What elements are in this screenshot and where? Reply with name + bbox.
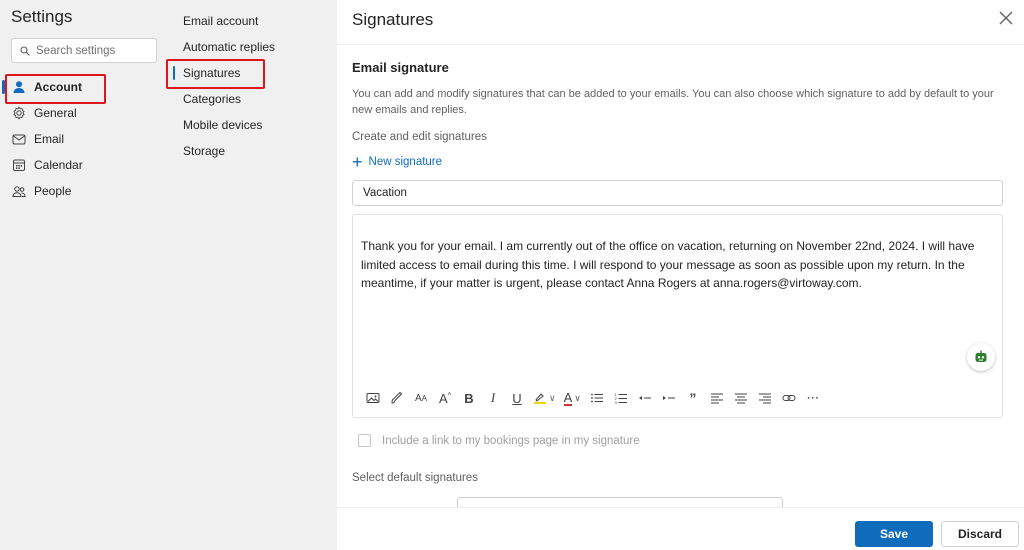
new-signature-button[interactable]: + New signature — [352, 152, 443, 172]
superscript-button[interactable]: A^ — [433, 387, 457, 409]
new-signature-label: New signature — [368, 156, 443, 168]
link-icon — [782, 395, 796, 401]
underline-icon: U — [512, 390, 522, 406]
nav-item-label: Account — [34, 80, 82, 94]
nav-item-label: Calendar — [34, 158, 83, 172]
format-toolbar: AA A^ B I U ∨ A ∨ 1 2 3 ” ⋯ — [361, 387, 825, 409]
paintbrush-icon — [391, 391, 403, 404]
bookings-option[interactable]: Include a link to my bookings page in my… — [358, 434, 640, 447]
bullet-list-icon — [590, 393, 603, 403]
numbered-list-icon: 123 — [614, 392, 627, 405]
section-description: You can add and modify signatures that c… — [352, 88, 994, 116]
numbering-button[interactable]: 123 — [609, 387, 633, 409]
quote-button[interactable]: ” — [681, 387, 705, 409]
font-size-icon: AA — [414, 392, 427, 404]
align-right-icon — [758, 393, 771, 404]
underline-button[interactable]: U — [505, 387, 529, 409]
highlighter-icon — [534, 393, 546, 404]
subnav-item-storage[interactable]: Storage — [166, 138, 337, 164]
signature-body-text[interactable]: Thank you for your email. I am currently… — [361, 237, 993, 293]
nav-item-label: People — [34, 184, 72, 198]
align-center-button[interactable] — [729, 387, 753, 409]
footer-bar: Save Discard — [337, 507, 1024, 550]
more-icon: ⋯ — [806, 390, 820, 405]
outdent-icon — [638, 396, 651, 400]
insert-link-button[interactable] — [777, 387, 801, 409]
settings-nav-pane: Settings Account General Email — [0, 0, 166, 550]
align-left-icon — [710, 393, 723, 404]
copilot-button[interactable] — [967, 343, 995, 371]
nav-item-general[interactable]: General — [0, 100, 166, 126]
subnav-item-automatic-replies[interactable]: Automatic replies — [166, 34, 337, 60]
copilot-icon — [975, 350, 987, 362]
highlight-color-button[interactable]: ∨ — [529, 387, 560, 409]
search-icon — [20, 45, 30, 56]
account-subnav-pane: Email account Automatic replies Signatur… — [166, 0, 337, 550]
bold-icon: B — [464, 390, 474, 406]
nav-item-label: Email — [34, 132, 65, 146]
italic-button[interactable]: I — [481, 387, 505, 409]
person-icon — [12, 80, 26, 94]
nav-item-label: General — [34, 106, 77, 120]
people-icon — [12, 184, 26, 198]
decrease-indent-button[interactable] — [633, 387, 657, 409]
superscript-icon: A^ — [439, 390, 451, 406]
align-left-button[interactable] — [705, 387, 729, 409]
subnav-item-email-account[interactable]: Email account — [166, 8, 337, 34]
create-edit-label: Create and edit signatures — [352, 131, 487, 143]
font-size-button[interactable]: AA — [409, 387, 433, 409]
format-painter-button[interactable] — [385, 387, 409, 409]
bold-button[interactable]: B — [457, 387, 481, 409]
nav-item-account[interactable]: Account — [0, 74, 166, 100]
font-color-button[interactable]: A ∨ — [560, 387, 585, 409]
font-color-icon: A — [563, 389, 573, 406]
insert-picture-button[interactable] — [361, 387, 385, 409]
panel-title: Signatures — [352, 10, 434, 29]
signature-editor[interactable]: Thank you for your email. I am currently… — [352, 214, 1003, 418]
align-center-icon — [734, 393, 747, 404]
indent-icon — [662, 396, 675, 400]
settings-category-list: Account General Email Calendar People — [0, 74, 166, 204]
save-button[interactable]: Save — [855, 521, 933, 547]
search-box[interactable] — [11, 38, 157, 63]
subnav-item-signatures[interactable]: Signatures — [166, 60, 337, 86]
subnav-item-mobile-devices[interactable]: Mobile devices — [166, 112, 337, 138]
search-input[interactable] — [36, 44, 151, 57]
bookings-checkbox[interactable] — [358, 434, 371, 447]
account-subnav-list: Email account Automatic replies Signatur… — [166, 8, 337, 164]
calendar-icon — [12, 158, 26, 172]
mail-icon — [12, 132, 26, 146]
italic-icon: I — [490, 390, 496, 405]
section-title: Email signature — [352, 60, 449, 75]
nav-item-calendar[interactable]: Calendar — [0, 152, 166, 178]
chevron-down-icon: ∨ — [574, 392, 581, 403]
settings-title: Settings — [11, 7, 73, 26]
close-button[interactable] — [996, 8, 1016, 28]
title-divider — [337, 44, 1024, 45]
chevron-down-icon: ∨ — [549, 392, 556, 403]
signatures-panel: Signatures Email signature You can add a… — [337, 0, 1024, 550]
close-icon — [999, 11, 1013, 25]
gear-icon — [12, 106, 26, 120]
signature-name-input[interactable] — [352, 180, 1003, 206]
bookings-label: Include a link to my bookings page in my… — [382, 434, 640, 447]
svg-text:3: 3 — [614, 400, 617, 405]
increase-indent-button[interactable] — [657, 387, 681, 409]
plus-icon: + — [352, 152, 363, 172]
nav-item-email[interactable]: Email — [0, 126, 166, 152]
nav-item-people[interactable]: People — [0, 178, 166, 204]
quote-icon: ” — [689, 390, 697, 406]
default-signatures-label: Select default signatures — [352, 472, 478, 484]
image-icon — [366, 393, 380, 403]
more-options-button[interactable]: ⋯ — [801, 387, 825, 409]
align-right-button[interactable] — [753, 387, 777, 409]
discard-button[interactable]: Discard — [941, 521, 1019, 547]
bullets-button[interactable] — [585, 387, 609, 409]
subnav-item-categories[interactable]: Categories — [166, 86, 337, 112]
